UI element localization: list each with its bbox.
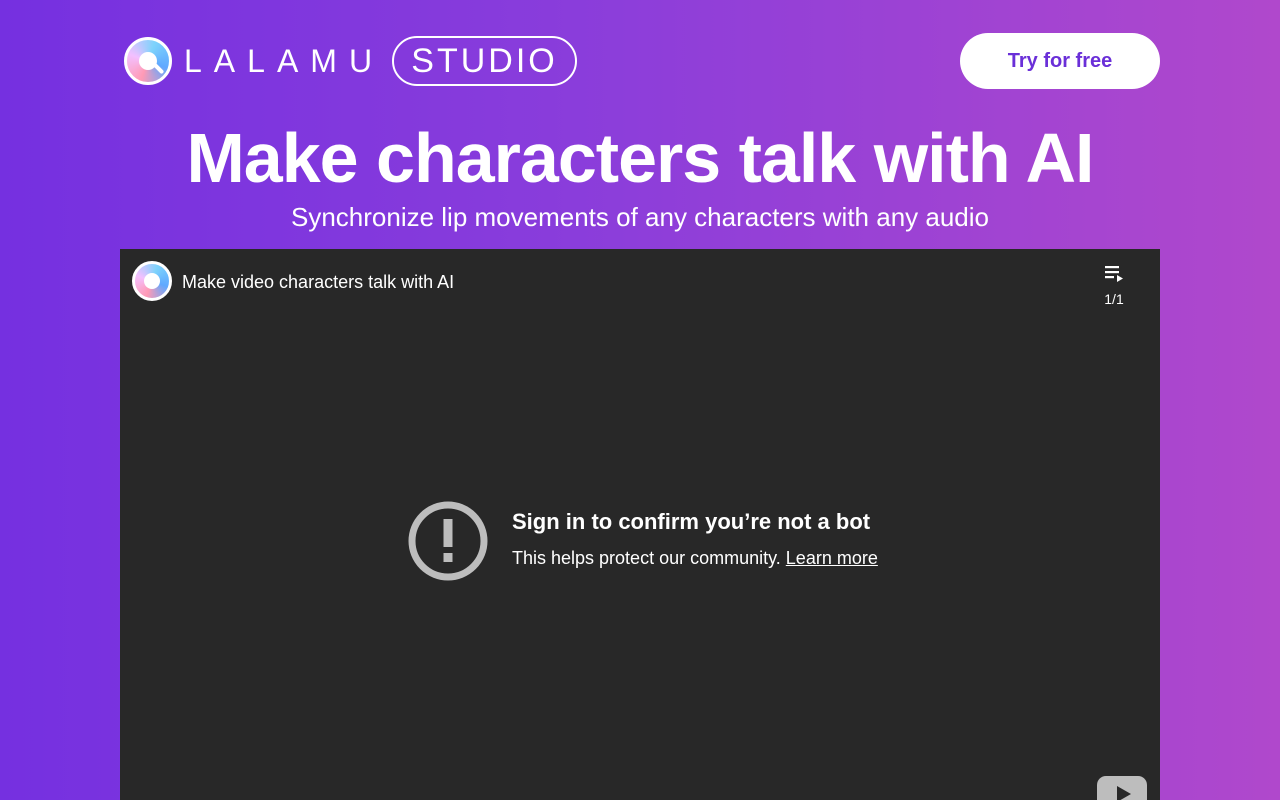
playlist-count: 1/1	[1104, 291, 1124, 307]
playlist-icon[interactable]	[1105, 265, 1125, 283]
try-for-free-button[interactable]: Try for free	[960, 33, 1160, 89]
channel-avatar[interactable]	[132, 261, 172, 301]
error-body-text: This helps protect our community.	[512, 548, 781, 568]
video-player[interactable]: Make video characters talk with AI 1/1 S…	[120, 249, 1160, 800]
hero-subtitle: Synchronize lip movements of any charact…	[290, 202, 989, 232]
video-title[interactable]: Make video characters talk with AI	[182, 271, 454, 293]
learn-more-link[interactable]: Learn more	[786, 548, 878, 568]
youtube-play-icon[interactable]	[1097, 776, 1147, 800]
lalamu-logo-icon[interactable]	[124, 37, 172, 85]
error-message: This helps protect our community. Learn …	[512, 547, 878, 569]
studio-badge: STUDIO	[392, 36, 577, 86]
hero-title: Make characters talk with AI	[186, 119, 1094, 197]
exclamation-circle-icon	[408, 501, 488, 581]
site-header: LALAMU STUDIO Try for free	[120, 33, 1160, 89]
error-title: Sign in to confirm you’re not a bot	[512, 509, 871, 534]
brand-name[interactable]: LALAMU	[184, 43, 384, 79]
